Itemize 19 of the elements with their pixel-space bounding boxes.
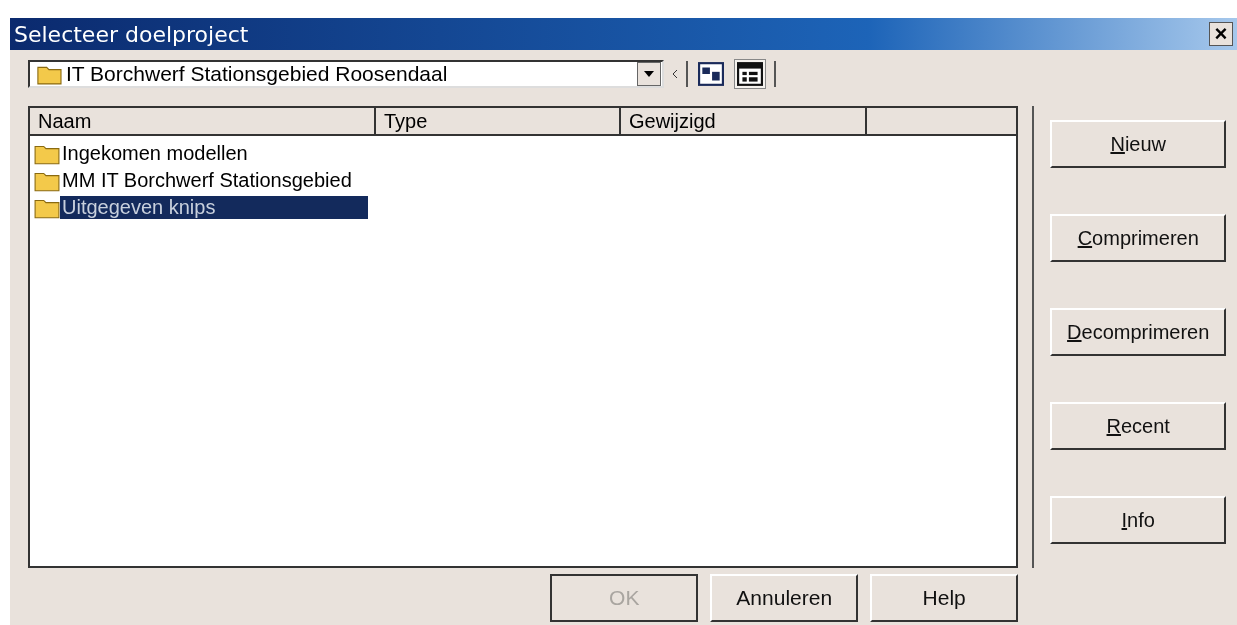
dialog-button[interactable]: Help — [870, 574, 1019, 622]
close-button[interactable]: × — [1209, 22, 1233, 46]
folder-item[interactable]: Ingekomen modellen — [60, 142, 250, 165]
back-icon[interactable] — [672, 69, 678, 79]
list-view-icon[interactable] — [696, 60, 726, 88]
column-header[interactable]: Naam — [30, 108, 376, 134]
details-view-icon[interactable] — [734, 59, 766, 89]
side-button[interactable]: Info — [1050, 496, 1227, 544]
window-title: Selecteer doelproject — [14, 21, 249, 47]
side-button[interactable]: Comprimeren — [1050, 214, 1227, 262]
side-button[interactable]: Nieuw — [1050, 120, 1227, 168]
location-dropdown[interactable]: IT Borchwerf Stationsgebied Roosendaal — [28, 60, 664, 88]
side-button[interactable]: Recent — [1050, 402, 1227, 450]
column-header[interactable]: Type — [376, 108, 621, 134]
column-header[interactable]: Gewijzigd — [621, 108, 867, 134]
dialog-button[interactable]: Annuleren — [710, 574, 859, 622]
folder-item[interactable]: MM IT Borchwerf Stationsgebied — [60, 169, 354, 192]
side-button[interactable]: Decomprimeren — [1050, 308, 1227, 356]
folder-item[interactable]: Uitgegeven knips — [60, 196, 368, 219]
